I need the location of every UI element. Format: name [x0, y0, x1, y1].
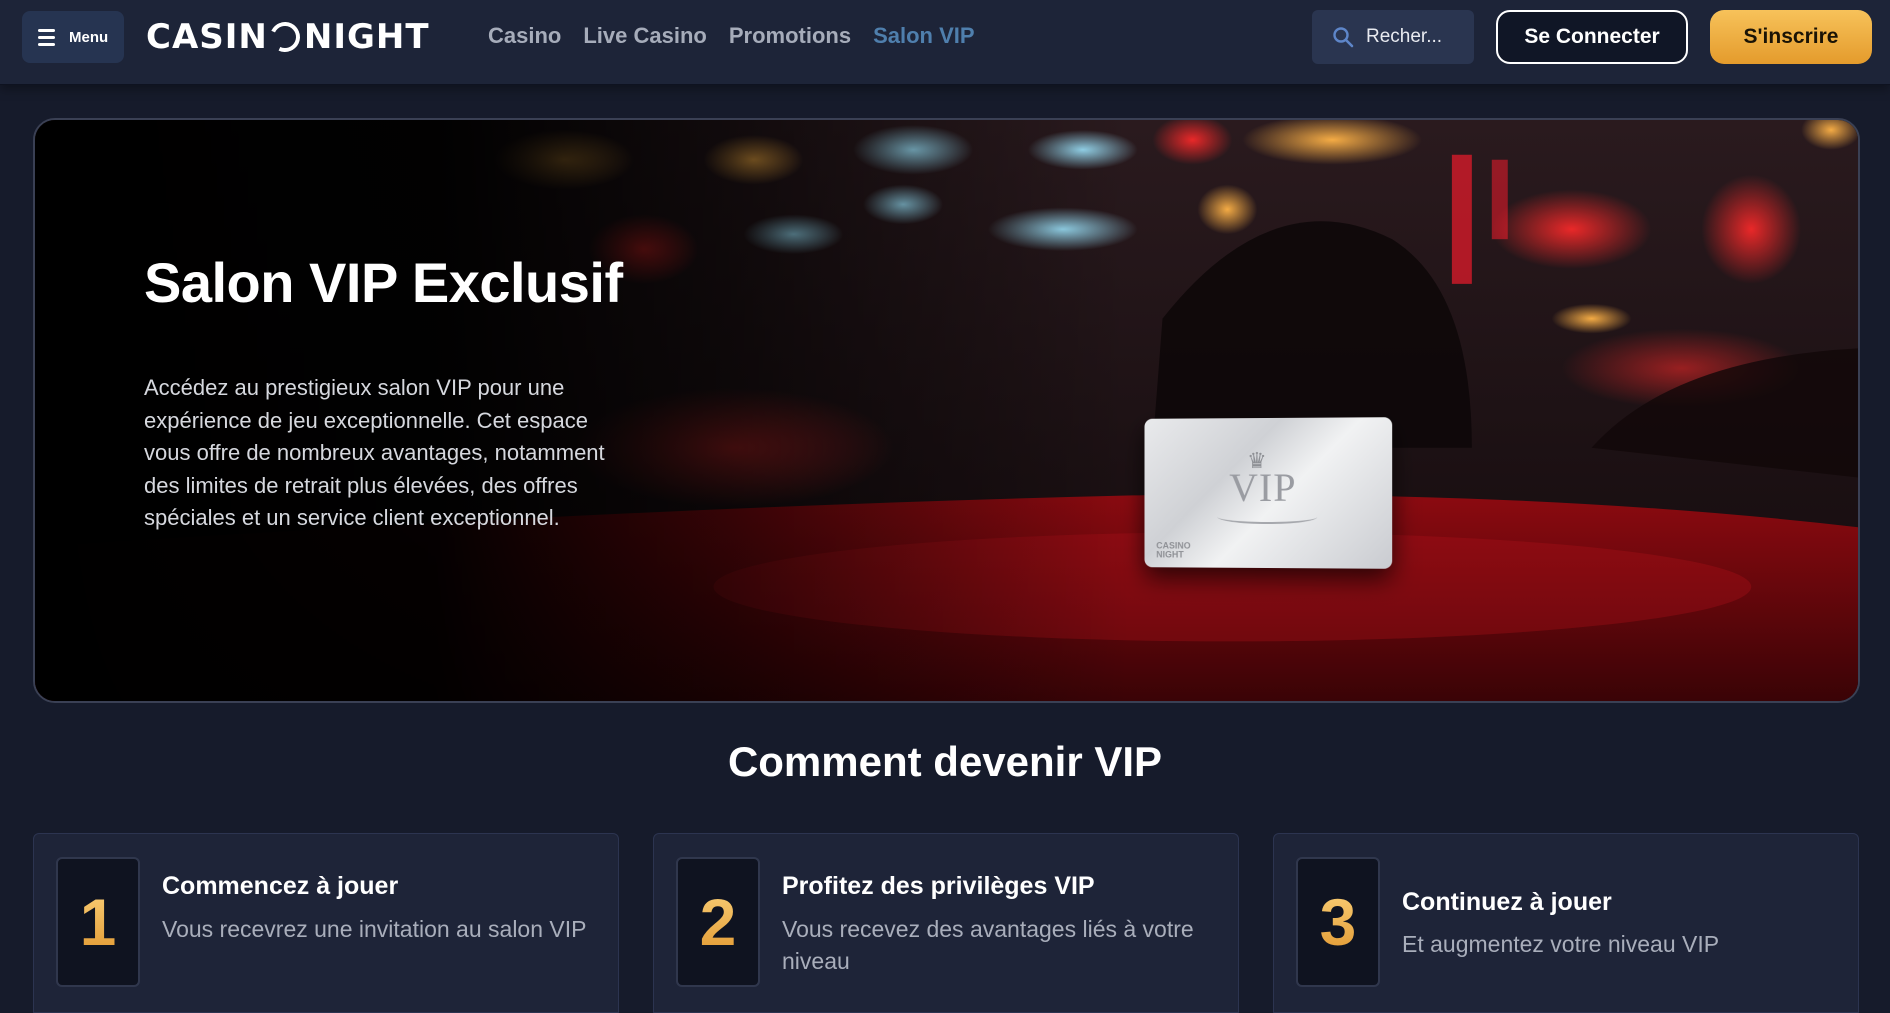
search-icon: [1332, 26, 1354, 48]
steps-list: 1 Commencez à jouer Vous recevrez une in…: [33, 833, 1860, 1013]
step-description-2: Vous recevez des avantages liés à votre …: [782, 913, 1212, 977]
step-number-3: 3: [1296, 857, 1380, 987]
step-number-1-text: 1: [80, 884, 117, 960]
step-title-2: Profitez des privilèges VIP: [782, 872, 1095, 901]
logo-text-right: NIGHT: [304, 17, 430, 57]
main-nav: Casino Live Casino Promotions Salon VIP: [488, 20, 975, 52]
vip-card-image: ♛ VIP CASINO NIGHT: [1144, 417, 1392, 569]
nav-item-salon-vip[interactable]: Salon VIP: [873, 23, 974, 49]
signup-button[interactable]: S'inscrire: [1710, 10, 1872, 64]
step-card-1: 1 Commencez à jouer Vous recevrez une in…: [33, 833, 619, 1013]
hero-description: Accédez au prestigieux salon VIP pour un…: [144, 372, 624, 535]
nav-item-promotions[interactable]: Promotions: [729, 23, 851, 49]
hero-title: Salon VIP Exclusif: [144, 250, 623, 315]
step-card-2: 2 Profitez des privilèges VIP Vous recev…: [653, 833, 1239, 1013]
logo-text-left: CASIN: [146, 17, 268, 57]
vip-card-text: VIP: [1229, 464, 1296, 511]
step-title-1: Commencez à jouer: [162, 872, 398, 901]
logo-o-icon: [266, 18, 304, 56]
vip-card-logo-line2: NIGHT: [1156, 550, 1190, 559]
step-description-1: Vous recevrez une invitation au salon VI…: [162, 913, 592, 945]
step-card-3: 3 Continuez à jouer Et augmentez votre n…: [1273, 833, 1859, 1013]
vip-hero-banner: Salon VIP Exclusif Accédez au prestigieu…: [33, 118, 1860, 703]
nav-item-live-casino[interactable]: Live Casino: [583, 23, 706, 49]
vip-card-logo: CASINO NIGHT: [1156, 542, 1190, 560]
step-number-2: 2: [676, 857, 760, 987]
hamburger-icon: [38, 29, 55, 46]
vip-card-swirl: [1217, 510, 1317, 524]
step-number-1: 1: [56, 857, 140, 987]
menu-label: Menu: [69, 29, 108, 46]
menu-button[interactable]: Menu: [22, 11, 124, 63]
step-number-3-text: 3: [1320, 884, 1357, 960]
step-number-2-text: 2: [700, 884, 737, 960]
step-title-3: Continuez à jouer: [1402, 888, 1612, 917]
section-title: Comment devenir VIP: [0, 738, 1890, 786]
login-button[interactable]: Se Connecter: [1496, 10, 1688, 64]
search-box[interactable]: [1312, 10, 1474, 64]
step-description-3: Et augmentez votre niveau VIP: [1402, 928, 1832, 960]
search-input[interactable]: [1366, 26, 1466, 48]
casino-night-logo[interactable]: CASIN NIGHT: [146, 16, 430, 58]
nav-item-casino[interactable]: Casino: [488, 23, 561, 49]
site-header: Menu CASIN NIGHT Casino Live Casino Prom…: [0, 0, 1890, 85]
